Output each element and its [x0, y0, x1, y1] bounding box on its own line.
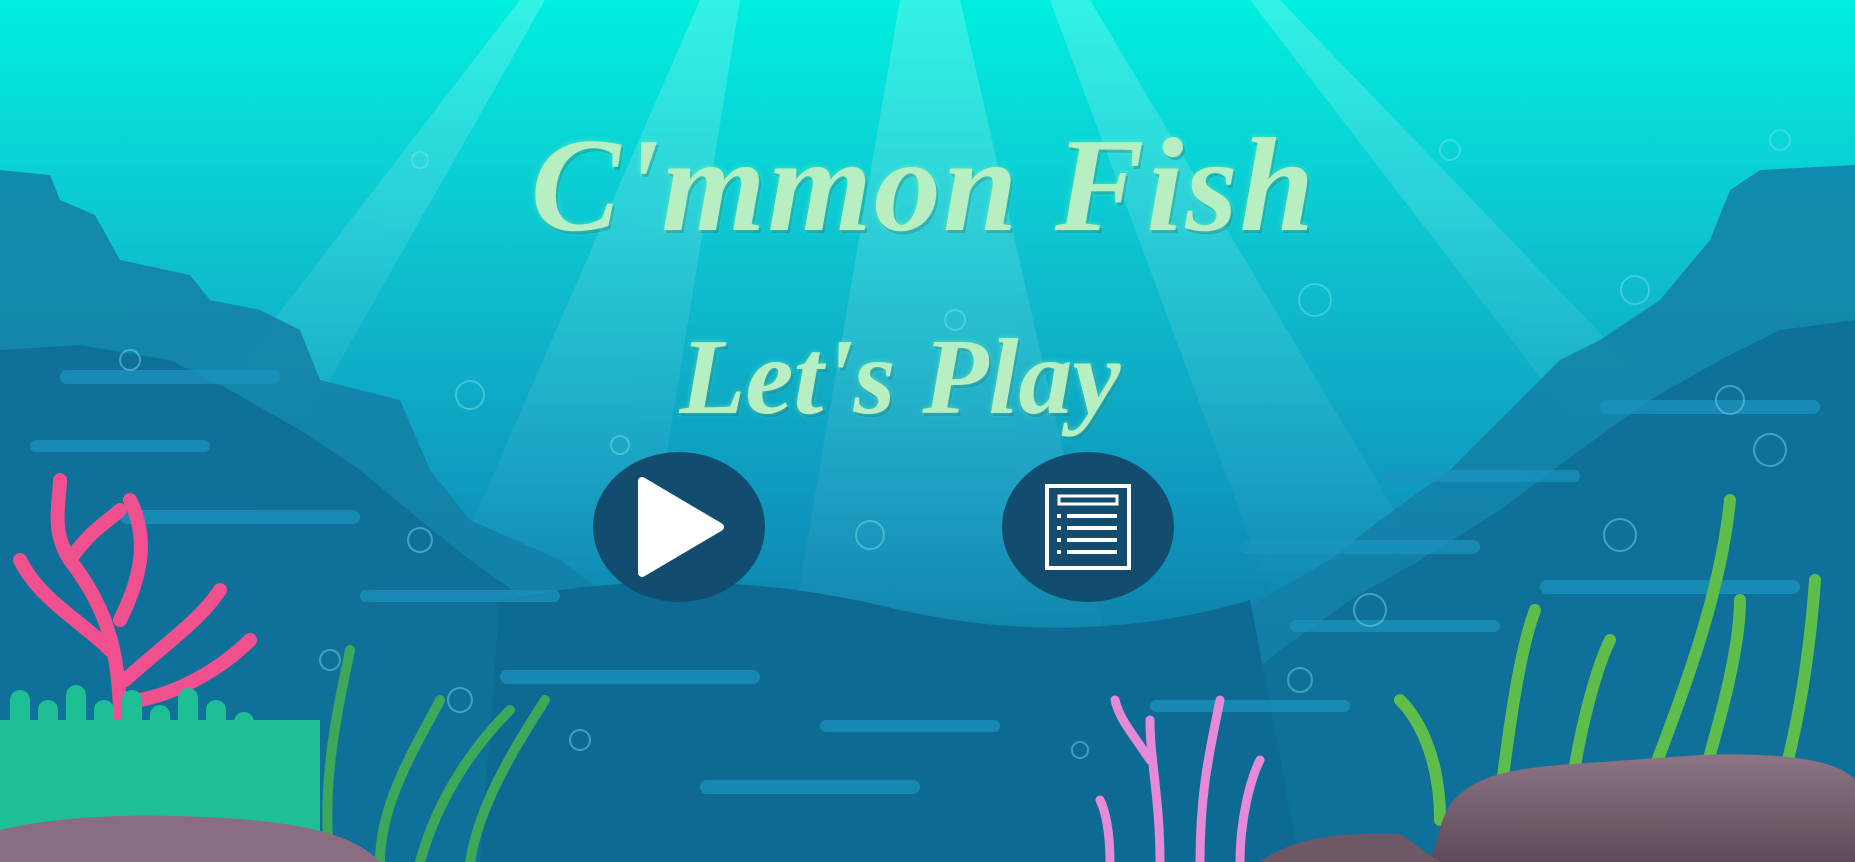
list-icon — [1045, 484, 1131, 570]
game-subtitle: Let's Play — [679, 318, 1121, 437]
play-button[interactable] — [593, 452, 765, 602]
game-title: C'mmon Fish — [530, 111, 1317, 259]
menu-list-button[interactable] — [1002, 452, 1174, 602]
play-icon — [638, 477, 724, 577]
